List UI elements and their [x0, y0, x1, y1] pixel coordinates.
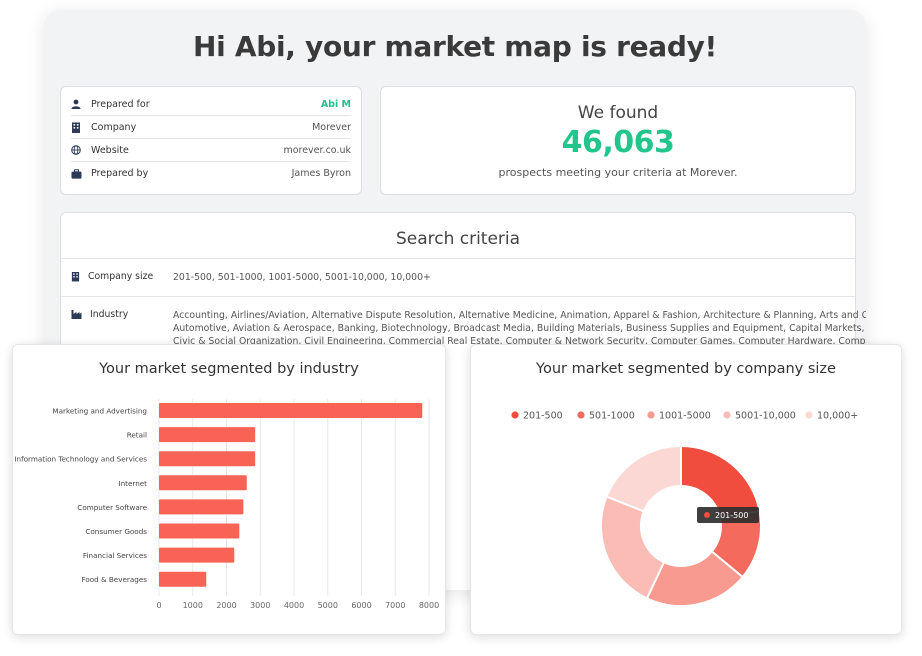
summary-value: Abi M: [321, 99, 351, 110]
industry-bar-chart: 0 1000 2000 3000 4000 5000 6000 7000 8000 Marketi…: [13, 345, 445, 634]
summary-label: Website: [91, 145, 283, 156]
industry-bar[interactable]: [159, 475, 247, 490]
criteria-label: Company size: [88, 271, 153, 282]
industry-bar[interactable]: [159, 427, 255, 442]
category-label: Food & Beverages: [81, 575, 147, 584]
industry-bar[interactable]: [159, 524, 239, 539]
industry-bar[interactable]: [159, 499, 243, 514]
building-icon: [71, 122, 91, 133]
industry-chart-card: Your market segmented by industry 010002…: [12, 344, 446, 635]
summary-row-prepared-for: Prepared for Abi M: [71, 93, 351, 116]
category-label: Internet: [118, 479, 147, 488]
x-tick-label: 7000: [385, 601, 405, 610]
industry-bar[interactable]: [159, 572, 206, 587]
legend-item[interactable]: 1001-5000: [647, 411, 710, 422]
criteria-title: Search criteria: [61, 213, 855, 259]
found-caption: prospects meeting your criteria at Morev…: [381, 166, 855, 179]
category-label: Consumer Goods: [85, 527, 147, 536]
legend-swatch: [647, 411, 654, 418]
category-label: Financial Services: [83, 551, 147, 560]
category-label: Information Technology and Services: [14, 455, 147, 464]
summary-value: Morever: [312, 122, 351, 133]
criteria-value: Accounting, Airlines/Aviation, Alternati…: [173, 309, 866, 348]
criteria-row-company-size: Company size 201-500, 501-1000, 1001-500…: [61, 259, 855, 297]
x-tick-label: 2000: [216, 601, 236, 610]
summary-value: James Byron: [292, 168, 351, 179]
summary-row-prepared-by: Prepared by James Byron: [71, 162, 351, 185]
legend-swatch: [511, 411, 518, 418]
summary-label: Prepared by: [91, 168, 292, 179]
company-size-chart-card: Your market segmented by company size 20…: [470, 344, 902, 635]
tooltip-label: 201-500: [715, 511, 748, 520]
legend-swatch: [577, 411, 584, 418]
legend-item[interactable]: 501-1000: [577, 411, 634, 422]
user-icon: [71, 99, 91, 109]
category-label: Retail: [127, 431, 147, 440]
briefcase-icon: [71, 169, 91, 179]
industry-line: Accounting, Airlines/Aviation, Alternati…: [173, 309, 866, 322]
legend-item[interactable]: 201-500: [511, 411, 562, 422]
summary-row-website: Website morever.co.uk: [71, 139, 351, 162]
category-label: Computer Software: [77, 503, 147, 512]
x-tick-label: 6000: [351, 601, 371, 610]
donut-slice[interactable]: [601, 497, 664, 599]
legend-label: 5001-10,000: [735, 411, 796, 422]
found-heading: We found: [381, 103, 855, 123]
summary-value: morever.co.uk: [283, 145, 351, 156]
legend-item[interactable]: 5001-10,000: [723, 411, 795, 422]
company-size-donut-chart: 201-500 501-1000 1001-5000 5001-10,000 10,00…: [471, 345, 901, 634]
x-tick-label: 3000: [250, 601, 270, 610]
criteria-label: Industry: [90, 309, 128, 320]
industry-bar[interactable]: [159, 403, 422, 418]
prospects-found-box: We found 46,063 prospects meeting your c…: [380, 86, 856, 195]
legend-label: 10,000+: [817, 411, 858, 422]
x-tick-label: 4000: [284, 601, 304, 610]
chart-tooltip: 201-500: [697, 507, 759, 523]
industry-bar[interactable]: [159, 548, 234, 563]
globe-icon: [71, 145, 91, 155]
industry-line: Automotive, Aviation & Aerospace, Bankin…: [173, 322, 866, 335]
legend-swatch: [723, 411, 730, 418]
summary-label: Company: [91, 122, 312, 133]
factory-icon: [71, 309, 82, 319]
summary-row-company: Company Morever: [71, 116, 351, 139]
summary-box: Prepared for Abi M Company Morever Websi…: [60, 86, 362, 195]
x-tick-label: 0: [156, 601, 161, 610]
industry-bar[interactable]: [159, 451, 255, 466]
legend-label: 1001-5000: [659, 411, 711, 422]
x-tick-label: 1000: [183, 601, 203, 610]
donut-slice[interactable]: [607, 446, 681, 511]
legend-swatch: [805, 411, 812, 418]
criteria-value: 201-500, 501-1000, 1001-5000, 5001-10,00…: [173, 271, 845, 284]
x-tick-label: 8000: [419, 601, 439, 610]
summary-label: Prepared for: [91, 99, 321, 110]
page-title: Hi Abi, your market map is ready!: [44, 30, 866, 63]
legend-label: 501-1000: [589, 411, 635, 422]
legend-item[interactable]: 10,000+: [805, 411, 858, 422]
category-label: Marketing and Advertising: [52, 407, 147, 416]
building-icon: [71, 271, 80, 282]
legend-label: 201-500: [523, 411, 563, 422]
x-tick-label: 5000: [318, 601, 338, 610]
prospect-count: 46,063: [381, 125, 855, 160]
